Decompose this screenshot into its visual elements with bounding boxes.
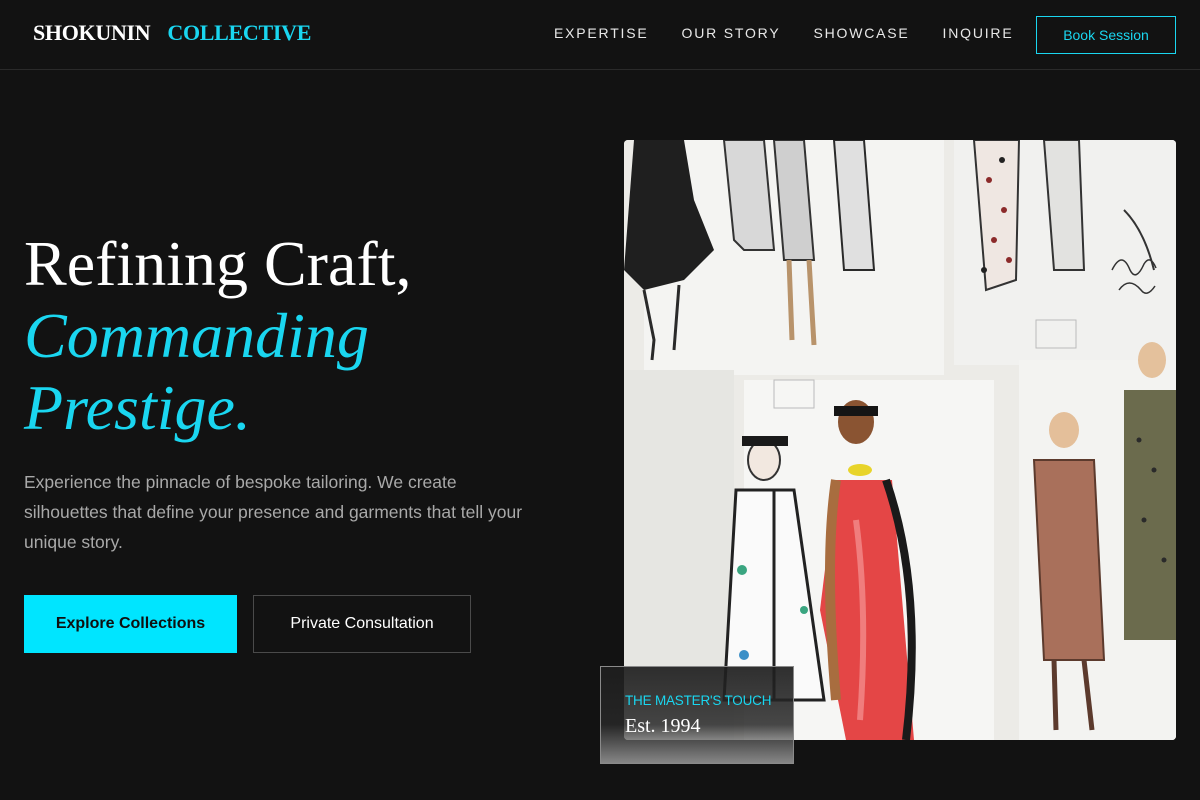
brand-name-part1: SHOKUNIN	[33, 20, 151, 45]
hero-title-line2: Commanding	[24, 300, 369, 371]
hero-image	[624, 140, 1176, 740]
explore-collections-button[interactable]: Explore Collections	[24, 595, 237, 653]
badge-kicker: THE MASTER'S TOUCH	[625, 693, 772, 708]
badge-established-year: Est. 1994	[625, 715, 701, 737]
book-session-button[interactable]: Book Session	[1036, 16, 1176, 54]
private-consultation-button[interactable]: Private Consultation	[253, 595, 471, 653]
main-nav: EXPERTISE OUR STORY SHOWCASE INQUIRE	[554, 25, 1046, 41]
masters-touch-badge: THE MASTER'S TOUCH Est. 1994	[600, 666, 794, 764]
fashion-sketches-illustration	[624, 140, 1176, 740]
hero-title: Refining Craft, Commanding Prestige.	[24, 228, 411, 444]
nav-link-showcase[interactable]: SHOWCASE	[813, 25, 909, 41]
nav-link-inquire[interactable]: INQUIRE	[943, 25, 1014, 41]
nav-link-our-story[interactable]: OUR STORY	[682, 25, 781, 41]
hero-description: Experience the pinnacle of bespoke tailo…	[24, 472, 523, 552]
hero-title-line3: Prestige.	[24, 372, 251, 443]
nav-link-expertise[interactable]: EXPERTISE	[554, 25, 649, 41]
brand-name-part2: COLLECTIVE	[167, 20, 312, 45]
hero-title-line1: Refining Craft,	[24, 228, 412, 299]
brand-logo[interactable]: SHOKUNIN COLLECTIVE	[33, 20, 311, 46]
top-navigation-bar: SHOKUNIN COLLECTIVE EXPERTISE OUR STORY S…	[0, 0, 1200, 70]
